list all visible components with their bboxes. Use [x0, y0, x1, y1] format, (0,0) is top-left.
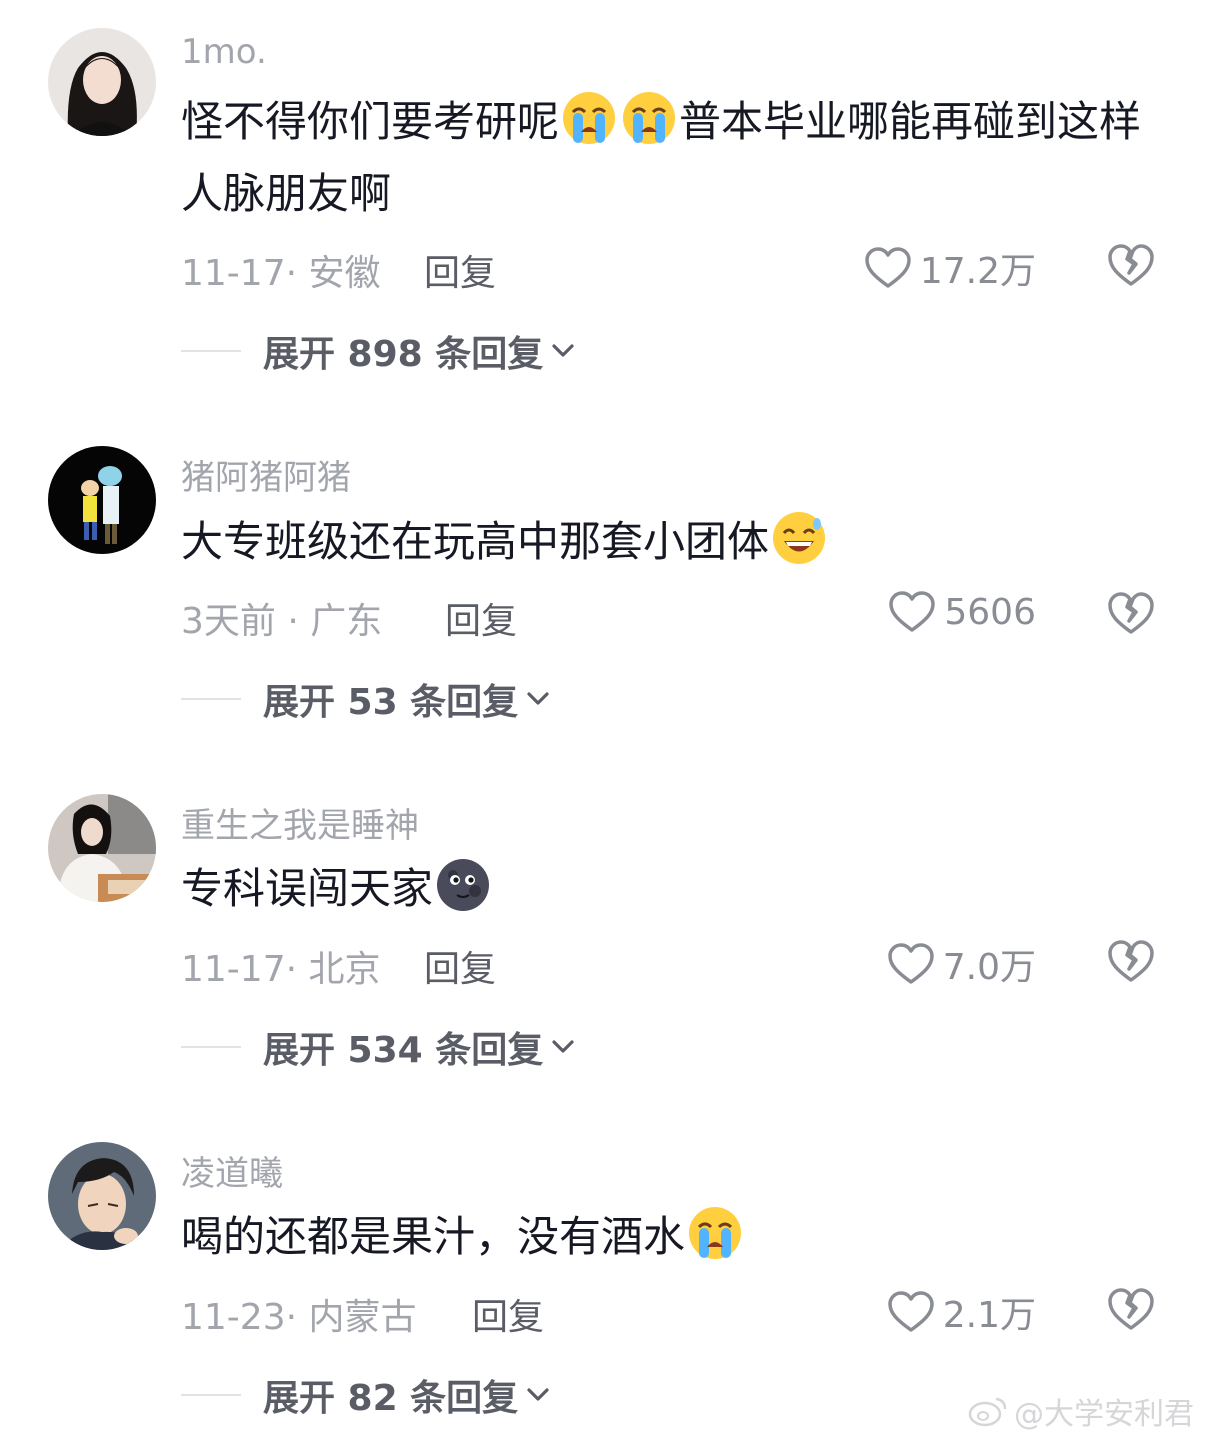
- broken-heart-icon[interactable]: [1106, 1286, 1156, 1332]
- new-moon-face-icon: [435, 857, 491, 913]
- loudly-crying-face-icon: [561, 90, 617, 146]
- reply-button[interactable]: 回复: [472, 1288, 544, 1340]
- heart-icon: [888, 590, 936, 634]
- expand-replies-label: 展开 82 条回复: [263, 1378, 519, 1419]
- heart-icon: [864, 246, 912, 290]
- username[interactable]: 重生之我是睡神: [181, 798, 419, 847]
- loudly-crying-face-icon: [687, 1205, 743, 1261]
- comment-meta: 3天前 · 广东: [181, 601, 383, 642]
- expand-replies-button[interactable]: 展开 898 条回复: [181, 325, 575, 377]
- comment-meta: 11-17· 安徽: [181, 253, 381, 294]
- expand-replies-label: 展开 534 条回复: [263, 1030, 544, 1071]
- comment-text: 喝的还都是果汁，没有酒水: [181, 1201, 1166, 1273]
- avatar[interactable]: [48, 1142, 156, 1250]
- reply-button[interactable]: 回复: [424, 244, 496, 296]
- comment-text: 怪不得你们要考研呢 普本毕业哪能再碰到这样人脉朋友啊: [181, 86, 1166, 230]
- chevron-down-icon: [551, 343, 575, 359]
- expand-replies-label: 展开 53 条回复: [263, 682, 519, 723]
- like-count: 7.0万: [942, 947, 1036, 988]
- grinning-sweat-face-icon: [771, 510, 827, 566]
- avatar[interactable]: [48, 794, 156, 902]
- username[interactable]: 凌道曦: [181, 1146, 283, 1195]
- avatar-photo-icon: [48, 794, 156, 902]
- expand-replies-button[interactable]: 展开 82 条回复: [181, 1369, 550, 1421]
- comment-text-part: 大专班级还在玩高中那套小团体: [181, 517, 770, 566]
- broken-heart-icon[interactable]: [1106, 938, 1156, 984]
- reply-button[interactable]: 回复: [445, 592, 517, 644]
- comment-text: 大专班级还在玩高中那套小团体: [181, 506, 1166, 578]
- username[interactable]: 1mo.: [181, 32, 267, 72]
- like-count: 5606: [944, 591, 1036, 633]
- comment-meta: 11-23· 内蒙古: [181, 1297, 417, 1338]
- like-button[interactable]: 7.0万: [887, 938, 1036, 990]
- avatar-photo-icon: [48, 28, 156, 136]
- divider: [181, 698, 241, 700]
- like-button[interactable]: 5606: [888, 590, 1036, 634]
- chevron-down-icon: [551, 1039, 575, 1055]
- weibo-logo-icon: [968, 1397, 1007, 1427]
- avatar-anime-icon: [48, 1142, 156, 1250]
- username[interactable]: 猪阿猪阿猪: [181, 450, 351, 499]
- broken-heart-icon[interactable]: [1106, 590, 1156, 636]
- comment-text: 专科误闯天家: [181, 853, 1166, 925]
- chevron-down-icon: [526, 1387, 550, 1403]
- avatar-cartoon-icon: [48, 446, 156, 554]
- reply-button[interactable]: 回复: [424, 940, 496, 992]
- divider: [181, 1394, 241, 1396]
- expand-replies-button[interactable]: 展开 534 条回复: [181, 1021, 575, 1073]
- watermark-text: @大学安利君: [1014, 1397, 1194, 1432]
- heart-icon: [887, 1290, 935, 1334]
- like-button[interactable]: 2.1万: [887, 1286, 1036, 1338]
- loudly-crying-face-icon: [621, 90, 677, 146]
- divider: [181, 1046, 241, 1048]
- avatar[interactable]: [48, 446, 156, 554]
- like-button[interactable]: 17.2万: [864, 242, 1036, 294]
- like-count: 2.1万: [942, 1295, 1036, 1336]
- expand-replies-button[interactable]: 展开 53 条回复: [181, 673, 550, 725]
- comment-text-part: 喝的还都是果汁，没有酒水: [181, 1212, 686, 1261]
- avatar[interactable]: [48, 28, 156, 136]
- chevron-down-icon: [526, 691, 550, 707]
- comment-meta: 11-17· 北京: [181, 949, 381, 990]
- watermark: @大学安利君: [968, 1389, 1194, 1433]
- like-count: 17.2万: [919, 251, 1036, 292]
- heart-icon: [887, 942, 935, 986]
- divider: [181, 350, 241, 352]
- comment-text-part: 怪不得你们要考研呢: [181, 97, 560, 146]
- expand-replies-label: 展开 898 条回复: [263, 334, 544, 375]
- broken-heart-icon[interactable]: [1106, 242, 1156, 288]
- comment-text-part: 专科误闯天家: [181, 864, 434, 913]
